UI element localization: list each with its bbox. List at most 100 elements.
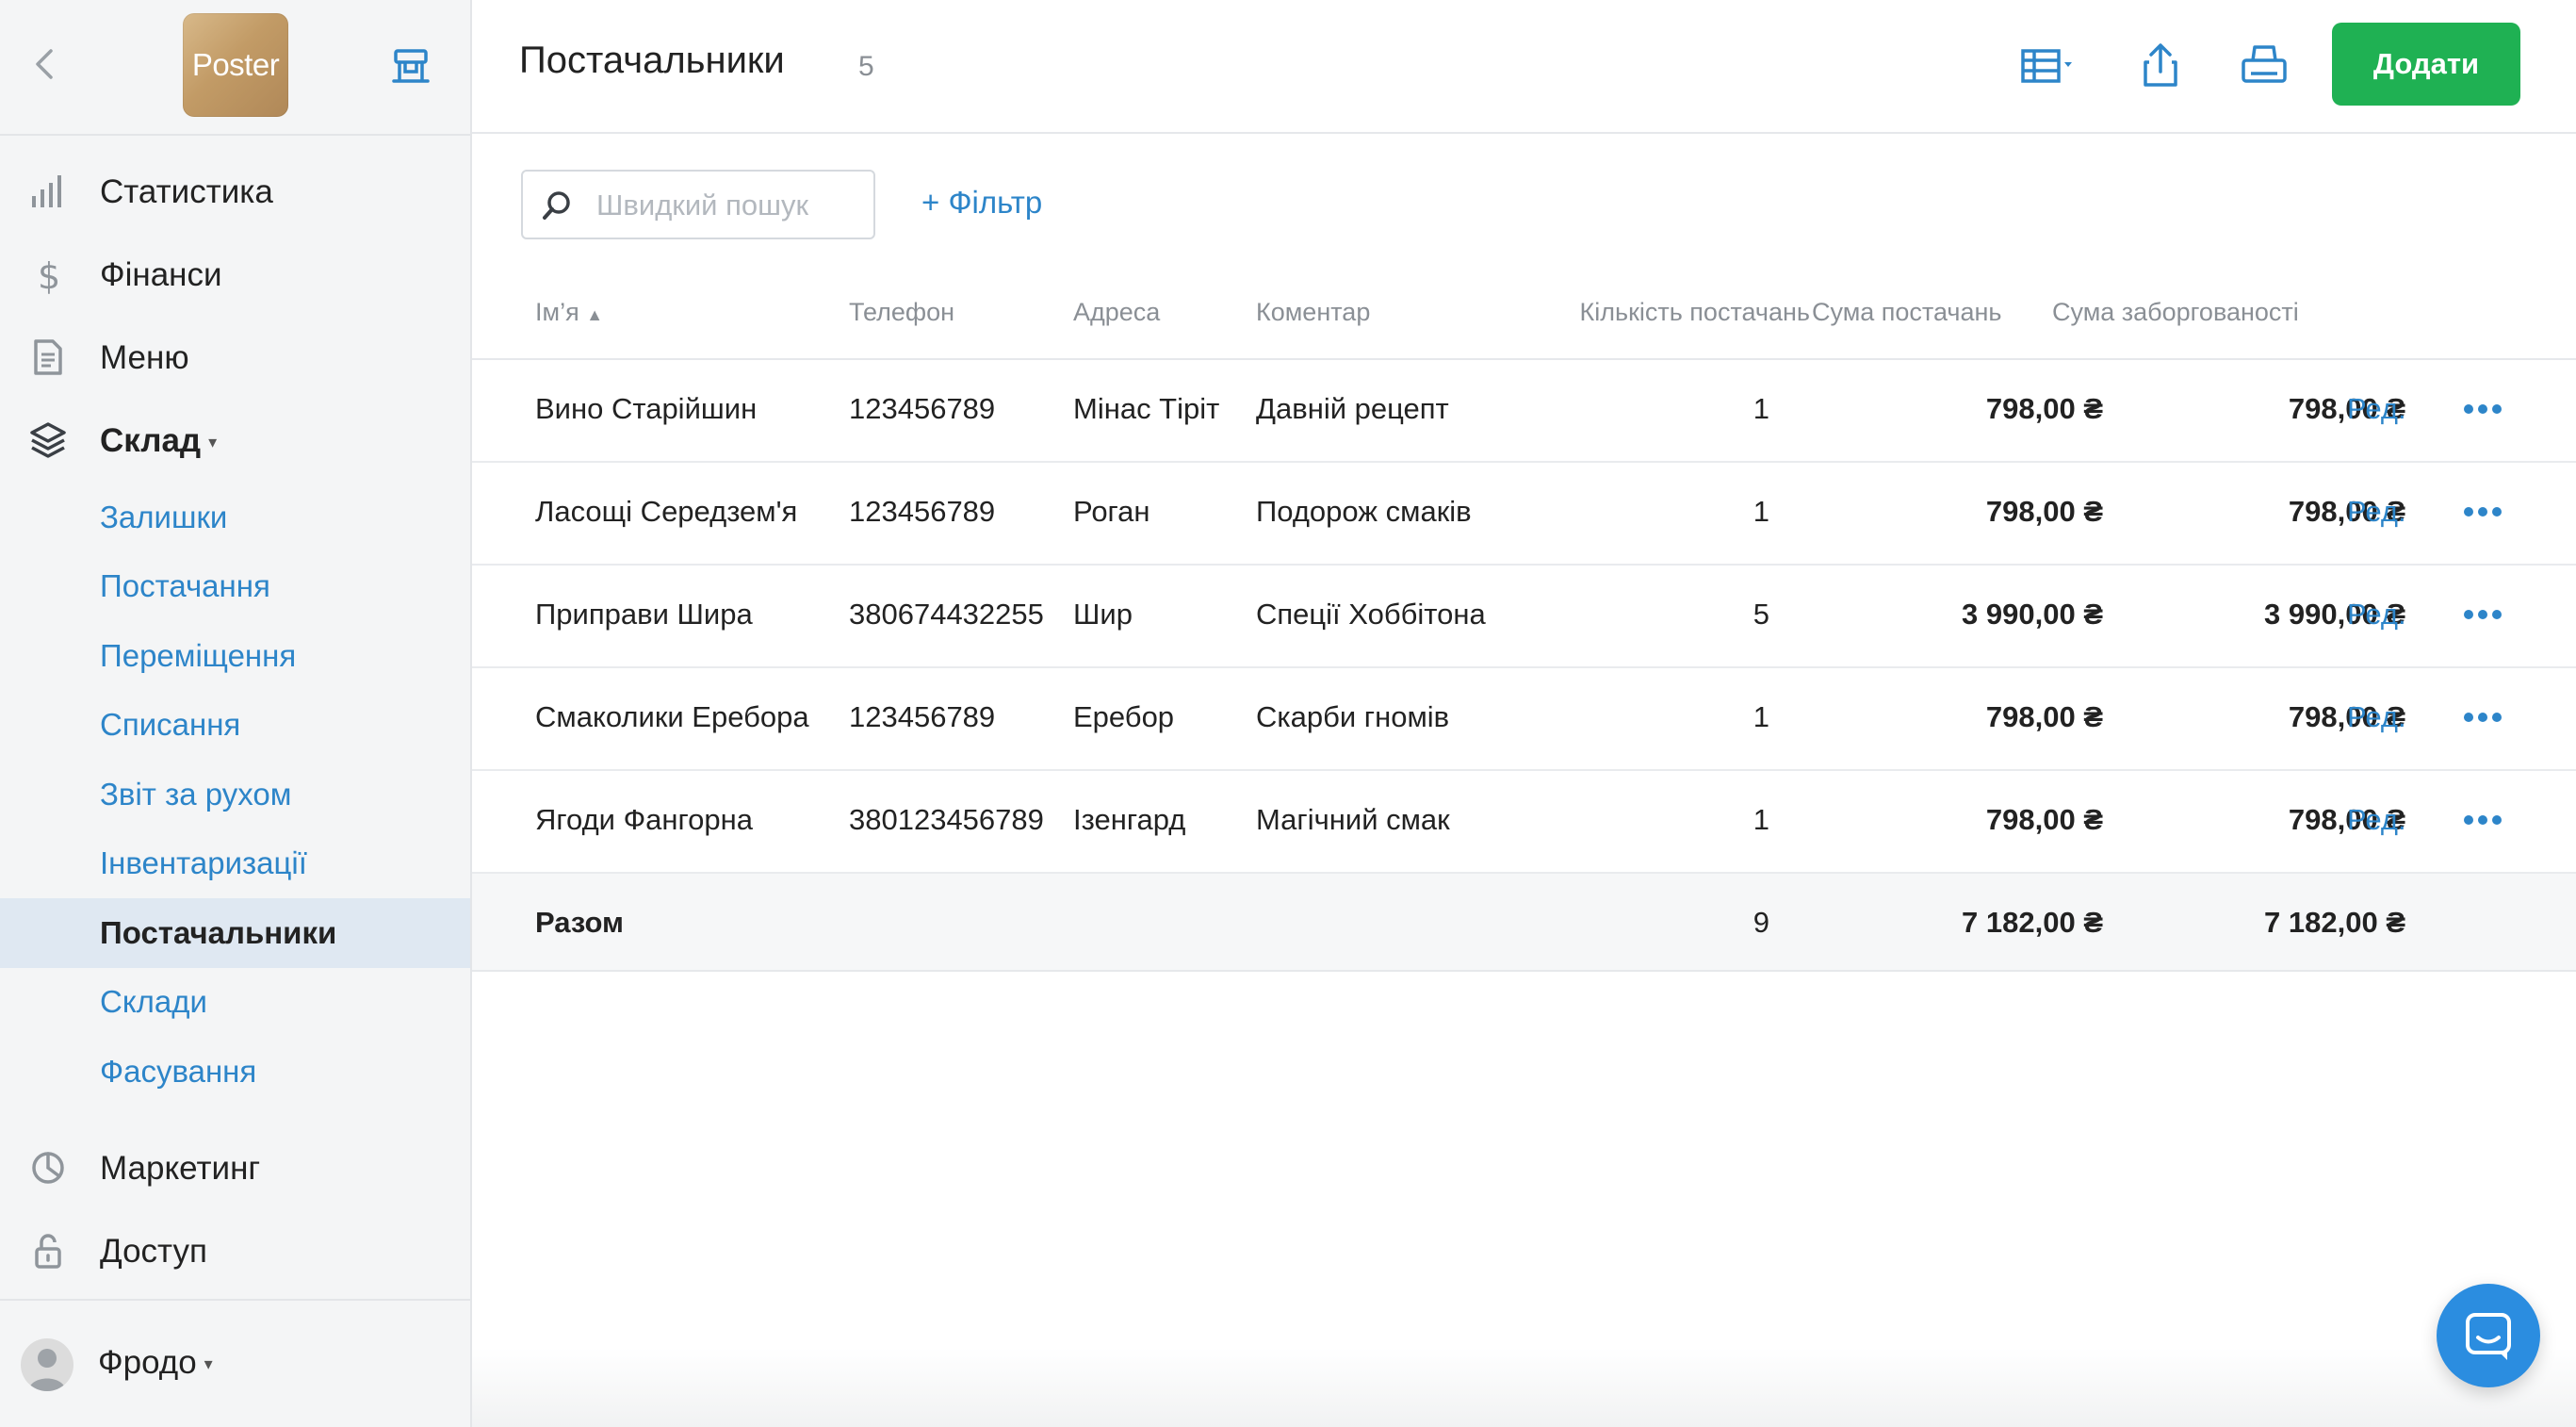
sidebar-item-finance[interactable]: $ Фінанси bbox=[0, 234, 470, 317]
supply-count: 1 bbox=[1753, 495, 1769, 528]
more-options-icon[interactable] bbox=[2462, 402, 2503, 417]
supply-sum: 798,00 ₴ bbox=[1985, 392, 2103, 425]
sidebar-item-label: Меню bbox=[100, 339, 189, 376]
supply-sum: 3 990,00 ₴ bbox=[1962, 598, 2103, 631]
table-view-icon[interactable] bbox=[2017, 38, 2078, 94]
chat-button[interactable] bbox=[2437, 1284, 2540, 1387]
supplier-phone: 123456789 bbox=[849, 700, 996, 733]
document-icon bbox=[34, 339, 62, 375]
supplier-address: Ізенгард bbox=[1073, 803, 1186, 836]
user-icon bbox=[28, 1349, 66, 1391]
page-title: Постачальники bbox=[519, 40, 785, 81]
app-logo[interactable]: Poster bbox=[183, 13, 288, 117]
sidebar-item-label: Фінанси bbox=[100, 256, 222, 293]
edit-link[interactable]: Ред. bbox=[2347, 495, 2406, 529]
supply-count: 5 bbox=[1753, 598, 1769, 631]
print-icon[interactable] bbox=[2234, 38, 2294, 94]
sidebar-subitem-movement-report[interactable]: Звіт за рухом bbox=[0, 760, 470, 829]
sidebar-subitem-inventories[interactable]: Інвентаризації bbox=[0, 829, 470, 899]
supply-sum: 798,00 ₴ bbox=[1985, 803, 2103, 836]
bar-chart-icon bbox=[32, 175, 61, 207]
column-header-name[interactable]: Ім’я ▲ bbox=[535, 298, 603, 327]
supply-sum: 798,00 ₴ bbox=[1985, 495, 2103, 528]
sidebar-item-warehouse[interactable]: Склад ▾ bbox=[0, 400, 470, 483]
supplier-comment: Скарби гномів bbox=[1256, 700, 1450, 733]
sidebar-item-label: Статистика bbox=[100, 173, 273, 210]
supplier-name: Вино Старійшин bbox=[535, 392, 758, 425]
more-options-icon[interactable] bbox=[2462, 607, 2503, 622]
export-icon[interactable] bbox=[2130, 38, 2191, 94]
more-options-icon[interactable] bbox=[2462, 812, 2503, 828]
sidebar-subitem-transfers[interactable]: Переміщення bbox=[0, 621, 470, 691]
search-box bbox=[521, 170, 875, 239]
sidebar-subitem-label: Залишки bbox=[100, 499, 228, 534]
sidebar-subitem-label: Склади bbox=[100, 984, 207, 1020]
more-options-icon[interactable] bbox=[2462, 504, 2503, 519]
sidebar-item-access[interactable]: Доступ bbox=[0, 1210, 470, 1293]
supplier-comment: Подорож смаків bbox=[1256, 495, 1472, 528]
logo-text: Poster bbox=[191, 47, 280, 82]
sidebar-subitem-label: Фасування bbox=[100, 1053, 257, 1089]
chat-icon bbox=[2466, 1313, 2511, 1360]
table-row[interactable]: Вино Старійшин 123456789 Мінас Тіріт Давній… bbox=[472, 360, 2576, 463]
chevron-left-icon[interactable] bbox=[28, 45, 62, 83]
sidebar-subitem-label: Переміщення bbox=[100, 637, 297, 673]
edit-link[interactable]: Ред. bbox=[2347, 700, 2406, 734]
svg-text:$: $ bbox=[38, 255, 60, 294]
store-icon[interactable] bbox=[390, 45, 432, 87]
search-input[interactable] bbox=[595, 183, 853, 228]
table-row[interactable]: Приправи Шира 380674432255 Шир Спеції Хоббі… bbox=[472, 566, 2576, 668]
supplier-name: Ягоди Фангорна bbox=[535, 803, 753, 836]
table-row[interactable]: Смаколики Еребора 123456789 Еребор Скарби г… bbox=[472, 668, 2576, 771]
lock-icon bbox=[35, 1233, 61, 1269]
sidebar-item-menu[interactable]: Меню bbox=[0, 317, 470, 400]
supplier-name: Приправи Шира bbox=[535, 598, 753, 631]
supply-count: 1 bbox=[1753, 392, 1769, 425]
sidebar-item-statistics[interactable]: Статистика bbox=[0, 151, 470, 234]
column-header-address[interactable]: Адреса bbox=[1073, 298, 1160, 327]
edit-link[interactable]: Ред. bbox=[2347, 598, 2406, 631]
total-label: Разом bbox=[535, 906, 624, 939]
table-row[interactable]: Ягоди Фангорна 380123456789 Ізенгард Магічн… bbox=[472, 771, 2576, 874]
more-options-icon[interactable] bbox=[2462, 710, 2503, 725]
sidebar-subitem-warehouses[interactable]: Склади bbox=[0, 968, 470, 1038]
column-header-supply-count[interactable]: Кількість постачань bbox=[1527, 298, 1810, 327]
edit-link[interactable]: Ред. bbox=[2347, 803, 2406, 837]
table-total-row: Разом 9 7 182,00 ₴ 7 182,00 ₴ bbox=[472, 874, 2576, 972]
supply-sum: 798,00 ₴ bbox=[1985, 700, 2103, 733]
add-filter-button[interactable]: + Фільтр bbox=[921, 185, 1042, 221]
edit-link[interactable]: Ред. bbox=[2347, 392, 2406, 426]
user-name[interactable]: Фродо ▾ bbox=[98, 1344, 213, 1382]
supplier-phone: 123456789 bbox=[849, 495, 996, 528]
supplier-name: Ласощі Середзем'я bbox=[535, 495, 798, 528]
supply-count: 1 bbox=[1753, 700, 1769, 733]
dollar-icon: $ bbox=[38, 255, 60, 294]
suppliers-table: Ім’я ▲ Телефон Адреса Коментар Кількість… bbox=[472, 279, 2576, 972]
supplier-phone: 380123456789 bbox=[849, 803, 1044, 836]
table-row[interactable]: Ласощі Середзем'я 123456789 Роган Подорож с… bbox=[472, 463, 2576, 566]
avatar[interactable] bbox=[21, 1338, 73, 1391]
column-header-supply-sum[interactable]: Сума постачань bbox=[1812, 298, 2001, 327]
supplier-phone: 380674432255 bbox=[849, 598, 1044, 631]
supplier-address: Роган bbox=[1073, 495, 1150, 528]
sidebar-subitem-stock[interactable]: Залишки bbox=[0, 483, 470, 552]
column-header-comment[interactable]: Коментар bbox=[1256, 298, 1370, 327]
user-menu[interactable]: Фродо ▾ bbox=[0, 1299, 470, 1427]
supplier-address: Мінас Тіріт bbox=[1073, 392, 1220, 425]
sidebar-subitem-packaging[interactable]: Фасування bbox=[0, 1037, 470, 1107]
caret-down-icon: ▾ bbox=[208, 433, 218, 452]
column-header-debt-sum[interactable]: Сума заборгованості bbox=[2052, 298, 2299, 327]
supply-count: 1 bbox=[1753, 803, 1769, 836]
supplier-name: Смаколики Еребора bbox=[535, 700, 809, 733]
column-header-phone[interactable]: Телефон bbox=[849, 298, 954, 327]
add-button[interactable]: Додати bbox=[2332, 23, 2520, 106]
supplier-comment: Спеції Хоббітона bbox=[1256, 598, 1486, 631]
sidebar-subitem-suppliers[interactable]: Постачальники bbox=[0, 898, 470, 968]
sidebar-subitem-writeoffs[interactable]: Списання bbox=[0, 691, 470, 761]
layers-icon bbox=[30, 422, 66, 458]
sidebar-subitem-supplies[interactable]: Постачання bbox=[0, 552, 470, 622]
sidebar-item-label: Склад ▾ bbox=[100, 422, 218, 459]
table-body: Вино Старійшин 123456789 Мінас Тіріт Давній… bbox=[472, 360, 2576, 874]
page-header: Постачальники 5 Додати bbox=[472, 0, 2576, 134]
sidebar-item-marketing[interactable]: Маркетинг bbox=[0, 1127, 470, 1210]
